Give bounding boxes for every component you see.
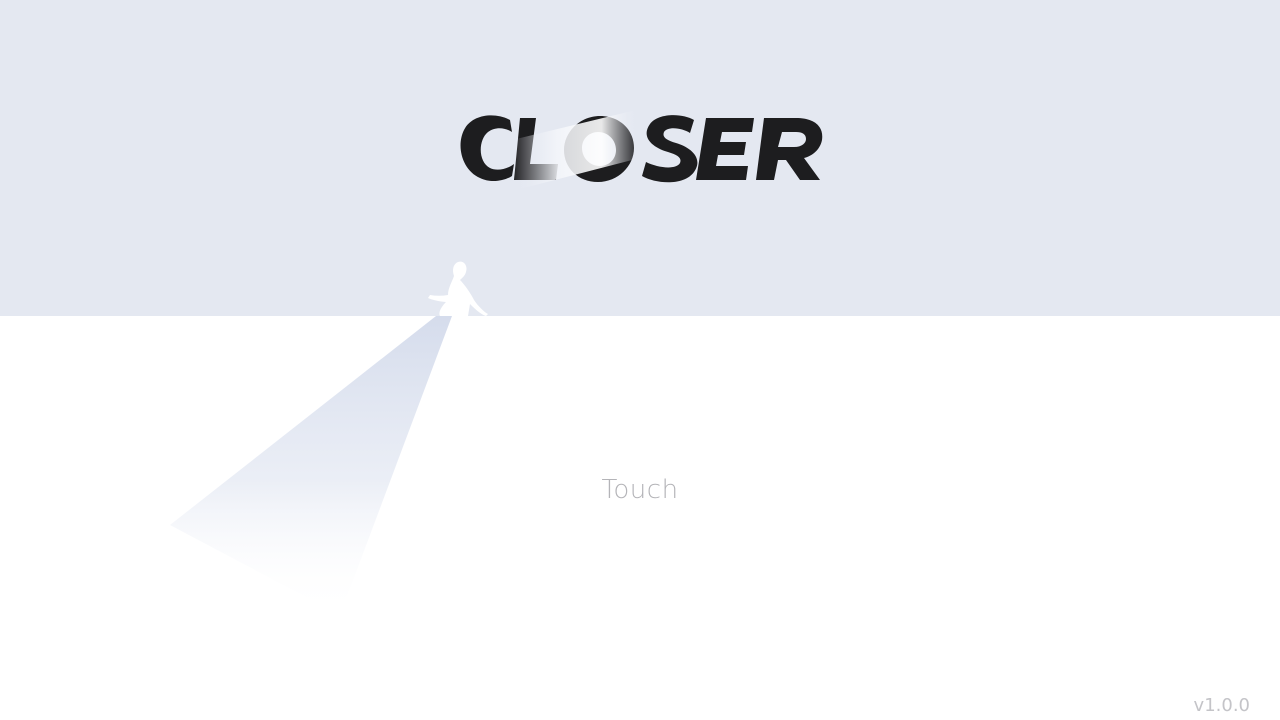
title-screen[interactable]: CLOSER bbox=[0, 0, 1280, 720]
version-label: v1.0.0 bbox=[1193, 695, 1250, 716]
closer-logo-icon bbox=[460, 110, 823, 190]
game-logo: CLOSER bbox=[440, 100, 860, 200]
ground-background bbox=[0, 316, 1280, 720]
sitting-girl-silhouette-icon bbox=[428, 261, 488, 316]
touch-prompt[interactable]: Touch bbox=[540, 470, 740, 510]
